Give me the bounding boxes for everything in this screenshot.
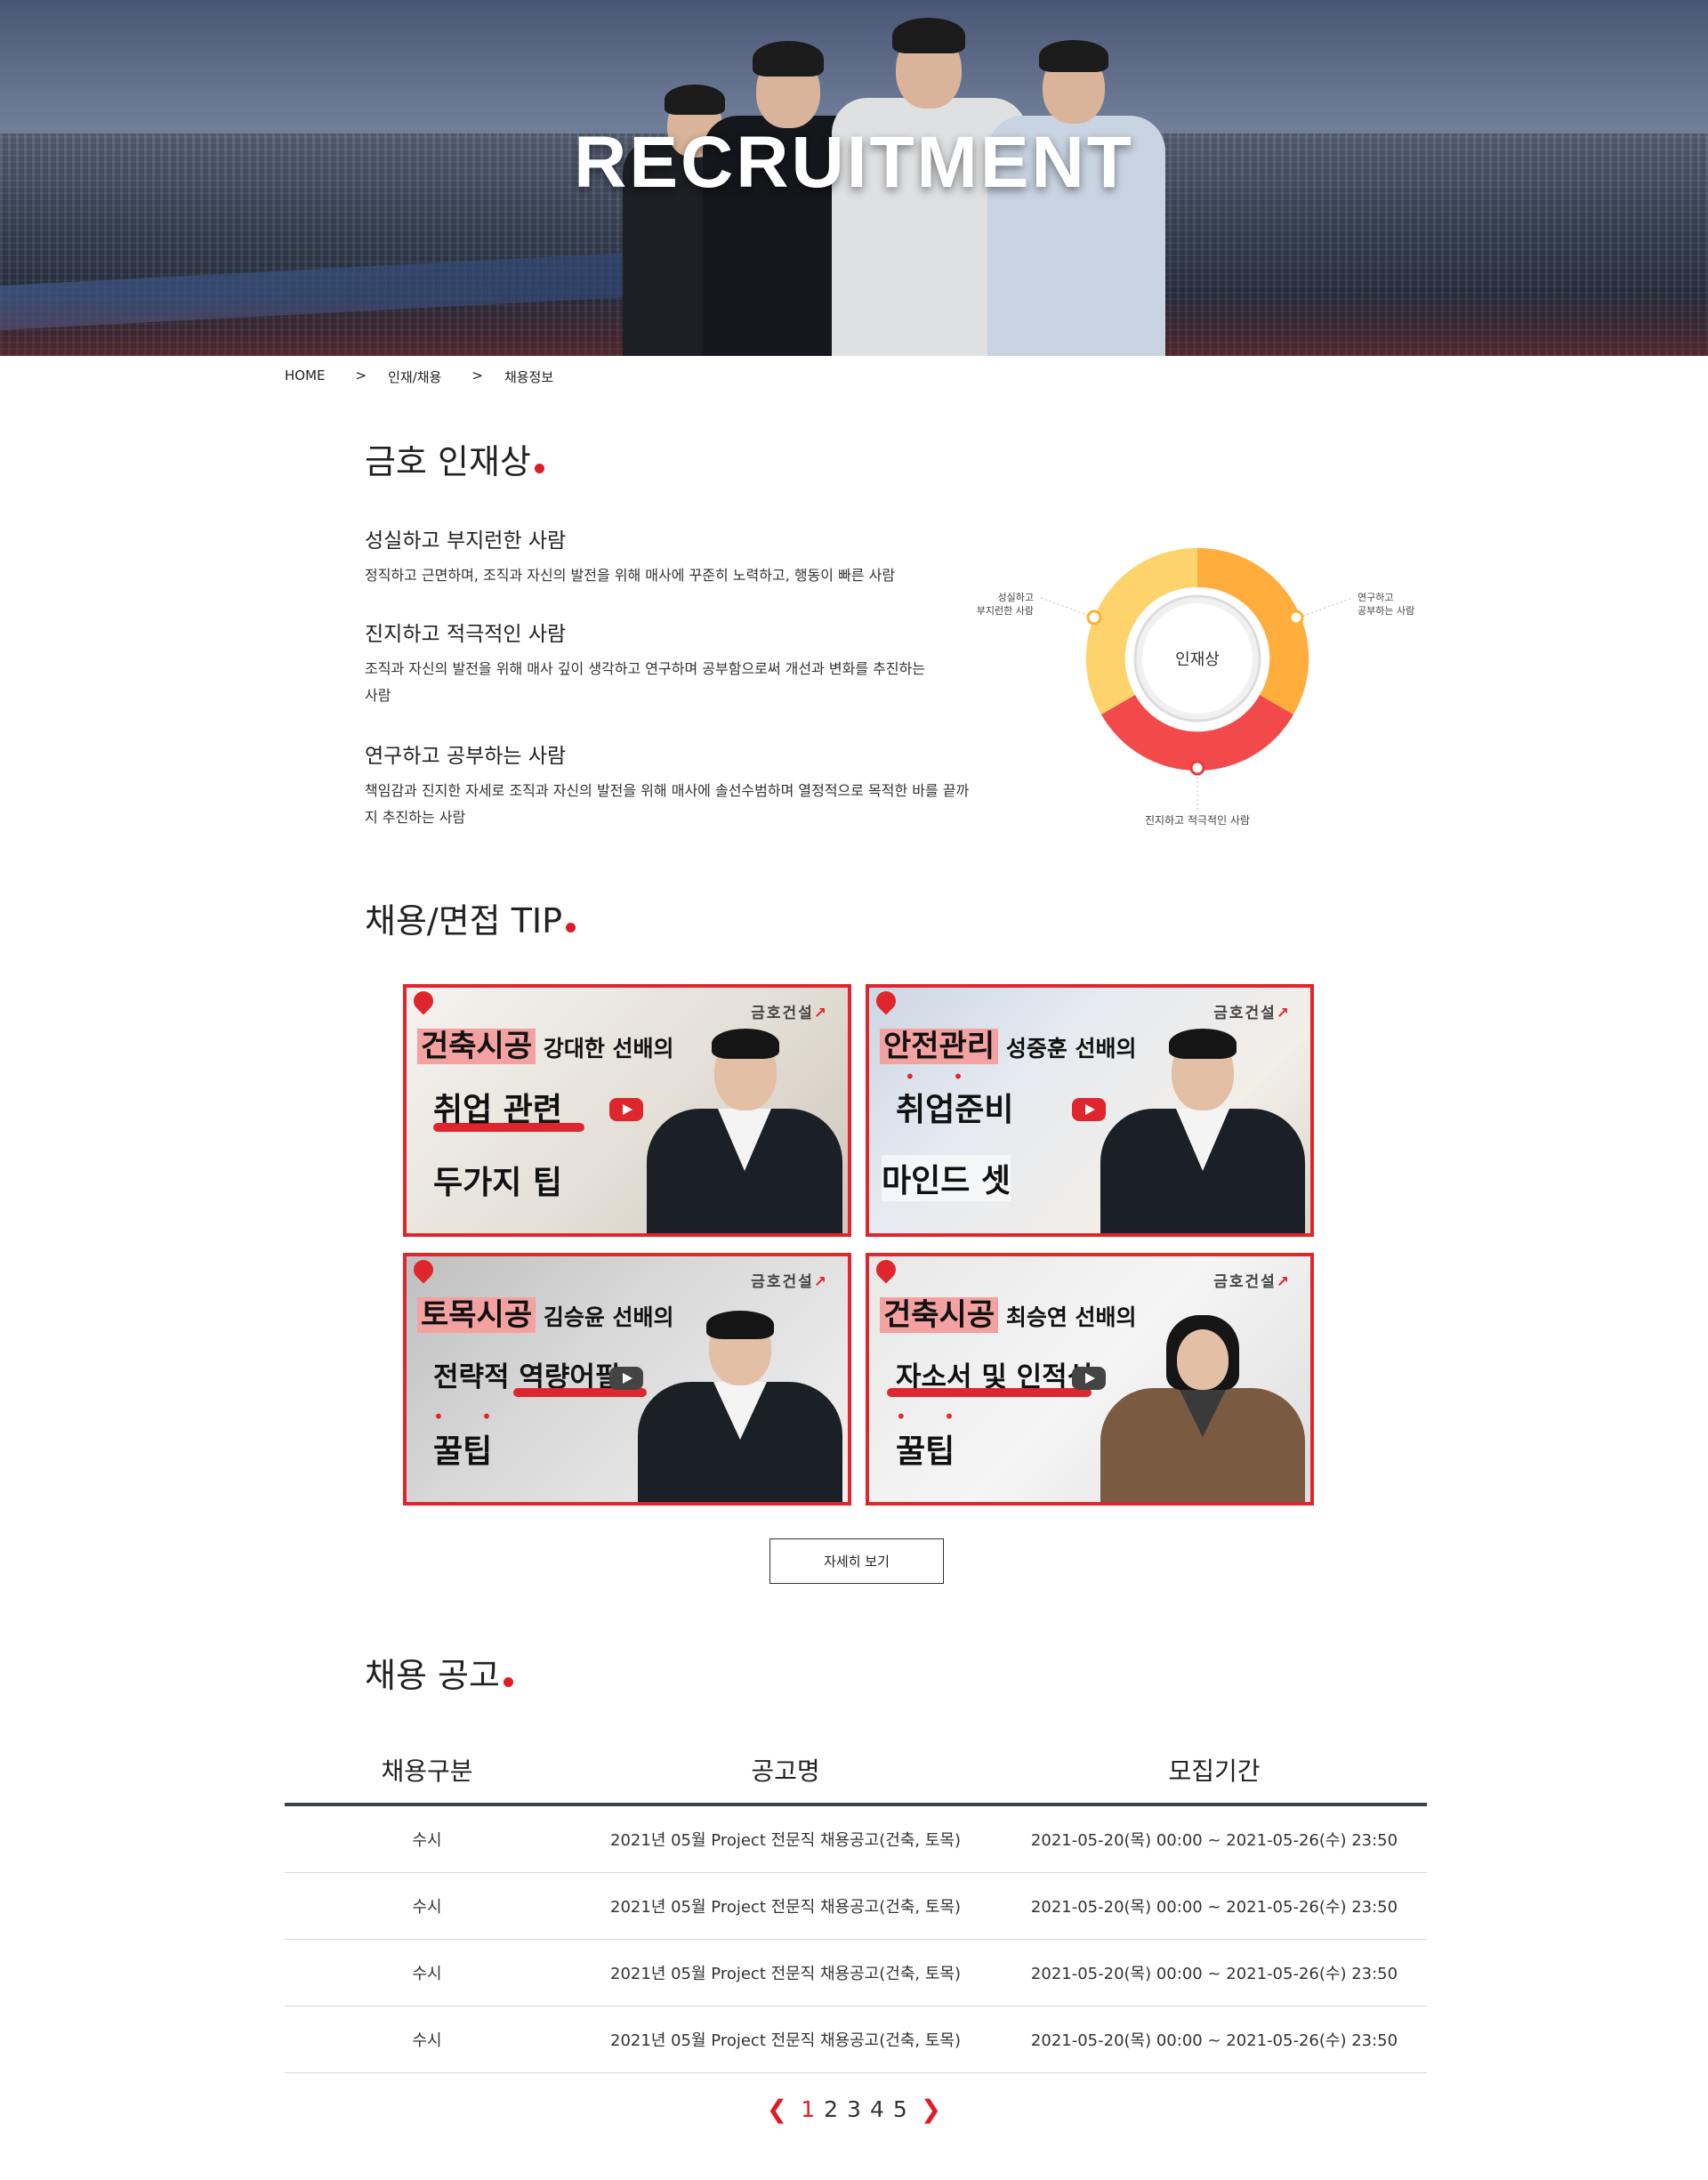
talent-desc: 조직과 자신의 발전을 위해 매사 깊이 생각하고 연구하며 공부함으로써 개선… [365,660,926,704]
brand-logo: 금호건설↗ [1213,1005,1291,1022]
table-header: 채용구분 공고명 모집기간 [285,1737,1427,1806]
card-line3: 두가지 팁 [433,1165,563,1201]
card-line3: 꿀팁 [896,1433,955,1470]
youtube-play-icon [1072,1098,1106,1121]
card-line1: 김승윤 선배의 [536,1304,674,1330]
tips-title-text: 채용/면접 TIP [365,901,563,941]
more-button[interactable]: 자세히 보기 [769,1538,944,1584]
jobs-title-text: 채용 공고 [365,1656,500,1695]
card-line1: 성중훈 선배의 [998,1036,1137,1062]
col-header-type: 채용구분 [381,1756,473,1786]
card-line2: 취업 관련 [433,1092,563,1128]
brand-logo: 금호건설↗ [751,1005,828,1022]
pagination: ❮ 1 2 3 4 5 ❯ [765,2091,943,2127]
tip-video-card[interactable]: 금호건설↗ 토목시공 김승윤 선배의 전략적 역량어필 • • 꿀팁 [403,1253,851,1506]
talent-item: 연구하고 공부하는 사람 책임감과 진지한 자세로 조직과 자신의 발전을 위해… [365,739,970,831]
breadcrumb-level1[interactable]: 인재/채용 [388,367,441,386]
breadcrumb-home[interactable]: HOME [285,367,326,386]
cell-name[interactable]: 2021년 05월 Project 전문직 채용공고(건축, 토목) [569,1961,1002,1984]
cell-type: 수시 [412,1965,442,1983]
brand-logo: 금호건설↗ [751,1273,828,1291]
presenter [647,1029,842,1233]
jobs-section-title: 채용 공고 [365,1648,513,1697]
card-line2: 취업준비 [896,1092,1014,1128]
talent-donut-svg: 인재상 성실하고 부지런한 사람 연구하고 공부하는 사람 진지하고 적극적인 … [977,547,1414,827]
cell-type: 수시 [412,1831,442,1850]
table-row[interactable]: 수시 2021년 05월 Project 전문직 채용공고(건축, 토목) 20… [285,1940,1427,2006]
donut-center-label: 인재상 [1175,650,1220,669]
jobs-table: 채용구분 공고명 모집기간 수시 2021년 05월 Project 전문직 채… [285,1737,1427,2073]
emphasis-dots: • • [896,1406,971,1427]
diagram-right-label: 공부하는 사람 [1358,604,1414,617]
page-link[interactable]: 5 [893,2096,907,2122]
page-link[interactable]: 3 [847,2096,861,2122]
youtube-play-icon [609,1098,643,1121]
card-line1-highlight: 건축시공 [417,1029,536,1064]
marker-dot-icon [1086,610,1102,626]
title-dot-icon [566,923,576,933]
youtube-play-icon [1072,1367,1106,1390]
diagram-left-label: 부지런한 사람 [977,605,1034,617]
talent-section-title: 금호 인재상 [365,434,544,483]
card-line1: 강대한 선배의 [536,1036,674,1062]
cell-period: 2021-05-20(목) 00:00 ~ 2021-05-26(수) 23:5… [1030,1831,1398,1850]
card-line1-highlight: 건축시공 [880,1297,999,1333]
talent-title-text: 금호 인재상 [365,442,531,481]
marker-dot-icon [1288,610,1304,626]
cell-type: 수시 [412,2031,442,2050]
cell-period: 2021-05-20(목) 00:00 ~ 2021-05-26(수) 23:5… [1030,2031,1398,2050]
card-line1-highlight: 안전관리 [880,1029,999,1064]
card-line1-highlight: 토목시공 [417,1297,536,1333]
talent-diagram: 인재상 성실하고 부지런한 사람 연구하고 공부하는 사람 진지하고 적극적인 … [970,543,1432,836]
page-link[interactable]: 4 [870,2096,884,2122]
cell-period: 2021-05-20(목) 00:00 ~ 2021-05-26(수) 23:5… [1030,1965,1398,1983]
diagram-left-label: 성실하고 [998,591,1034,603]
tip-video-card[interactable]: 금호건설↗ 안전관리 성중훈 선배의 • • 취업준비 마인드 셋 [866,984,1314,1237]
chevron-left-icon[interactable]: ❮ [767,2095,787,2124]
cell-period: 2021-05-20(목) 00:00 ~ 2021-05-26(수) 23:5… [1030,1898,1398,1917]
hero-banner: RECRUITMENT [0,0,1708,356]
breadcrumb-separator: > [471,367,483,384]
col-header-name: 공고명 [751,1756,820,1786]
talent-item: 성실하고 부지런한 사람 정직하고 근면하며, 조직과 자신의 발전을 위해 매… [365,523,970,589]
tips-section-title: 채용/면접 TIP [365,893,576,942]
presenter [1100,1315,1305,1502]
title-dot-icon [503,1677,513,1687]
marker-dot-icon [1189,760,1205,776]
tip-video-card[interactable]: 금호건설↗ 건축시공 강대한 선배의 취업 관련 두가지 팁 [403,984,851,1237]
page-link[interactable]: 1 [801,2096,815,2122]
talent-heading: 성실하고 부지런한 사람 [365,529,567,553]
col-header-period: 모집기간 [1168,1756,1261,1786]
brand-logo: 금호건설↗ [1213,1273,1291,1291]
page-title: RECRUITMENT [574,122,1134,203]
page-link[interactable]: 2 [824,2096,838,2122]
card-line3: 꿀팁 [433,1433,493,1470]
cell-name[interactable]: 2021년 05월 Project 전문직 채용공고(건축, 토목) [569,1894,1002,1918]
talent-desc: 정직하고 근면하며, 조직과 자신의 발전을 위해 매사에 꾸준히 노력하고, … [365,567,896,584]
breadcrumb-level2[interactable]: 채용정보 [504,367,553,386]
talent-desc: 책임감과 진지한 자세로 조직과 자신의 발전을 위해 매사에 솔선수범하며 열… [365,782,970,826]
talent-heading: 연구하고 공부하는 사람 [365,745,567,768]
card-line1: 최승연 선배의 [998,1304,1137,1330]
table-row[interactable]: 수시 2021년 05월 Project 전문직 채용공고(건축, 토목) 20… [285,2006,1427,2073]
cell-type: 수시 [412,1898,442,1917]
cell-name[interactable]: 2021년 05월 Project 전문직 채용공고(건축, 토목) [569,2028,1002,2051]
diagram-right-label: 연구하고 [1358,591,1393,603]
chevron-right-icon[interactable]: ❯ [921,2095,941,2124]
tip-video-card[interactable]: 금호건설↗ 건축시공 최승연 선배의 자소서 및 인적성 • • 꿀팁 [866,1253,1314,1506]
table-row[interactable]: 수시 2021년 05월 Project 전문직 채용공고(건축, 토목) 20… [285,1873,1427,1940]
title-dot-icon [534,464,544,473]
talent-item: 진지하고 적극적인 사람 조직과 자신의 발전을 위해 매사 깊이 생각하고 연… [365,617,970,709]
diagram-bottom-label: 진지하고 적극적인 사람 [1145,814,1250,827]
table-row[interactable]: 수시 2021년 05월 Project 전문직 채용공고(건축, 토목) 20… [285,1806,1427,1873]
presenter [638,1311,842,1502]
breadcrumb: HOME > 인재/채용 > 채용정보 [285,367,553,386]
youtube-play-icon [609,1367,643,1390]
breadcrumb-separator: > [355,367,367,384]
cell-name[interactable]: 2021년 05월 Project 전문직 채용공고(건축, 토목) [569,1828,1002,1851]
talent-heading: 진지하고 적극적인 사람 [365,623,567,646]
card-line3: 마인드 셋 [882,1155,1011,1201]
emphasis-dots: • • [433,1406,508,1427]
